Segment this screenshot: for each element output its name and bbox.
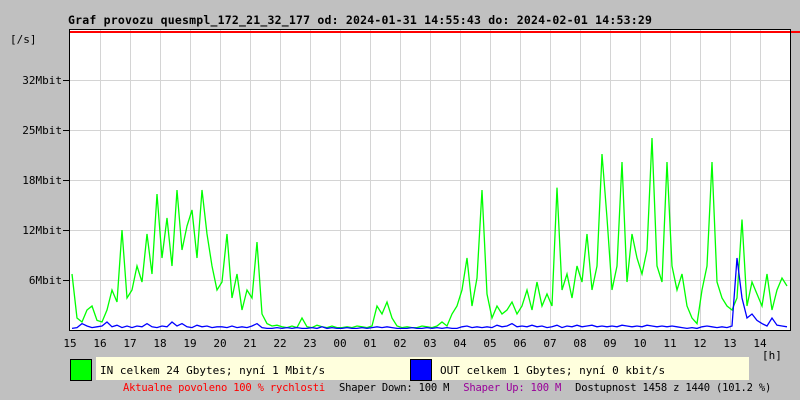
x-tick-label: 03 <box>423 337 437 350</box>
y-tick-label: 12Mbit <box>22 224 62 237</box>
x-tick-label: 17 <box>123 337 137 350</box>
traffic-graph-window: Graf provozu quesmpl_172_21_32_177 od: 2… <box>0 0 800 400</box>
legend-in-swatch <box>70 359 92 381</box>
x-tick-label: 10 <box>633 337 647 350</box>
x-tick-label: 13 <box>723 337 737 350</box>
x-tick-label: 20 <box>213 337 227 350</box>
x-tick-label: 07 <box>543 337 557 350</box>
x-tick-label: 19 <box>183 337 197 350</box>
x-tick-label: 18 <box>153 337 167 350</box>
y-tick-label: 32Mbit <box>22 74 62 87</box>
y-tick-label: 25Mbit <box>22 124 62 137</box>
status-bar: Aktualne povoleno 100 % rychlosti Shaper… <box>123 382 798 394</box>
x-tick-label: 02 <box>393 337 407 350</box>
x-tick-label: 00 <box>333 337 347 350</box>
y-axis-unit-label: [/s] <box>10 33 37 46</box>
x-tick-label: 15 <box>63 337 77 350</box>
status-allowed-speed: Aktualne povoleno 100 % rychlosti <box>123 382 326 394</box>
legend-out-swatch <box>410 359 432 381</box>
status-shaper-up: Shaper Up: 100 M <box>463 382 562 394</box>
series-in <box>71 137 788 329</box>
y-tick-label: 18Mbit <box>22 174 62 187</box>
legend-in-label: IN celkem 24 Gbytes; nyní 1 Mbit/s <box>100 364 326 377</box>
x-tick-label: 11 <box>663 337 677 350</box>
legend-out-label: OUT celkem 1 Gbytes; nyní 0 kbit/s <box>440 364 666 377</box>
x-tick-label: 08 <box>573 337 587 350</box>
x-tick-label: 23 <box>303 337 317 350</box>
status-shaper-down: Shaper Down: 100 M <box>339 382 450 394</box>
traffic-chart-plot-area <box>69 29 791 331</box>
x-tick-label: 16 <box>93 337 107 350</box>
x-tick-label: 01 <box>363 337 377 350</box>
x-tick-label: 12 <box>693 337 707 350</box>
y-tick-label: 6Mbit <box>28 274 62 287</box>
page-title: Graf provozu quesmpl_172_21_32_177 od: 2… <box>68 13 653 27</box>
x-tick-label: 04 <box>453 337 467 350</box>
x-axis-unit-label: [h] <box>762 349 782 362</box>
limit-line-extension <box>791 31 800 33</box>
x-tick-label: 06 <box>513 337 527 350</box>
status-availability: Dostupnost 1458 z 1440 (101.2 %) <box>575 382 772 394</box>
x-tick-label: 09 <box>603 337 617 350</box>
series-out <box>71 257 788 330</box>
x-tick-label: 05 <box>483 337 497 350</box>
x-tick-label: 21 <box>243 337 257 350</box>
x-tick-label: 22 <box>273 337 287 350</box>
